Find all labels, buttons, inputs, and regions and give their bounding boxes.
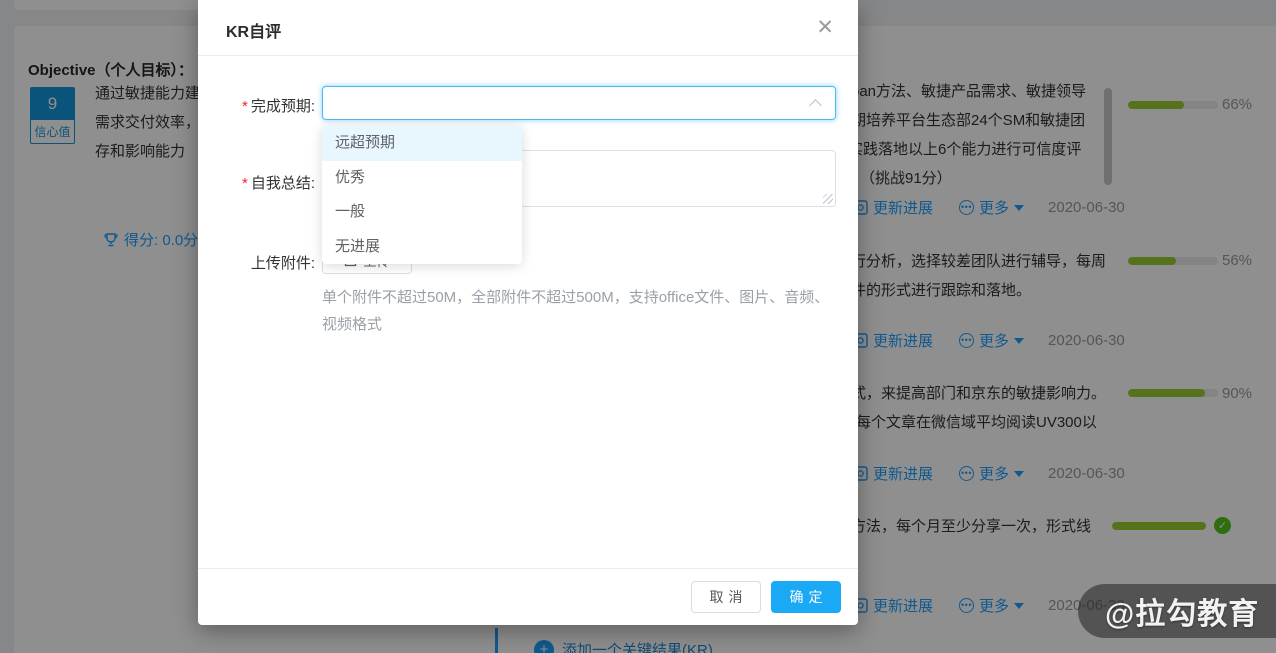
required-mark: * [242, 98, 248, 115]
expectation-select[interactable] [322, 86, 836, 120]
cancel-button[interactable]: 取消 [691, 581, 761, 613]
modal-footer: 取消 确定 [198, 568, 858, 625]
confirm-button[interactable]: 确定 [771, 581, 841, 613]
modal-header: KR自评 ✕ [198, 0, 858, 56]
upload-hint: 单个附件不超过50M，全部附件不超过500M，支持office文件、图片、音频、… [322, 284, 838, 338]
upload-label: 上传附件: [198, 252, 315, 273]
chevron-up-icon [809, 99, 822, 112]
expectation-dropdown: 远超预期 优秀 一般 无进展 [322, 126, 522, 264]
dropdown-option-far-exceeded[interactable]: 远超预期 [322, 126, 522, 161]
dropdown-option-no-progress[interactable]: 无进展 [322, 230, 522, 265]
watermark-text: @拉勾教育 [1105, 589, 1259, 633]
dropdown-option-average[interactable]: 一般 [322, 195, 522, 230]
close-icon[interactable]: ✕ [816, 17, 834, 38]
summary-label: *自我总结: [198, 172, 315, 193]
watermark-badge: @拉勾教育 [1078, 584, 1276, 638]
expectation-label: *完成预期: [198, 95, 315, 116]
required-mark: * [242, 175, 248, 192]
resize-grip[interactable] [823, 194, 833, 204]
screen: Objective（个人目标）： 9 信心值 通过敏捷能力建 需求交付效率， 存… [0, 0, 1276, 653]
modal-title: KR自评 [226, 18, 281, 42]
kr-self-review-modal: KR自评 ✕ *完成预期: *自我总结: 上传附件: 上传 单个附件不超过 [198, 0, 858, 625]
dropdown-option-excellent[interactable]: 优秀 [322, 161, 522, 196]
